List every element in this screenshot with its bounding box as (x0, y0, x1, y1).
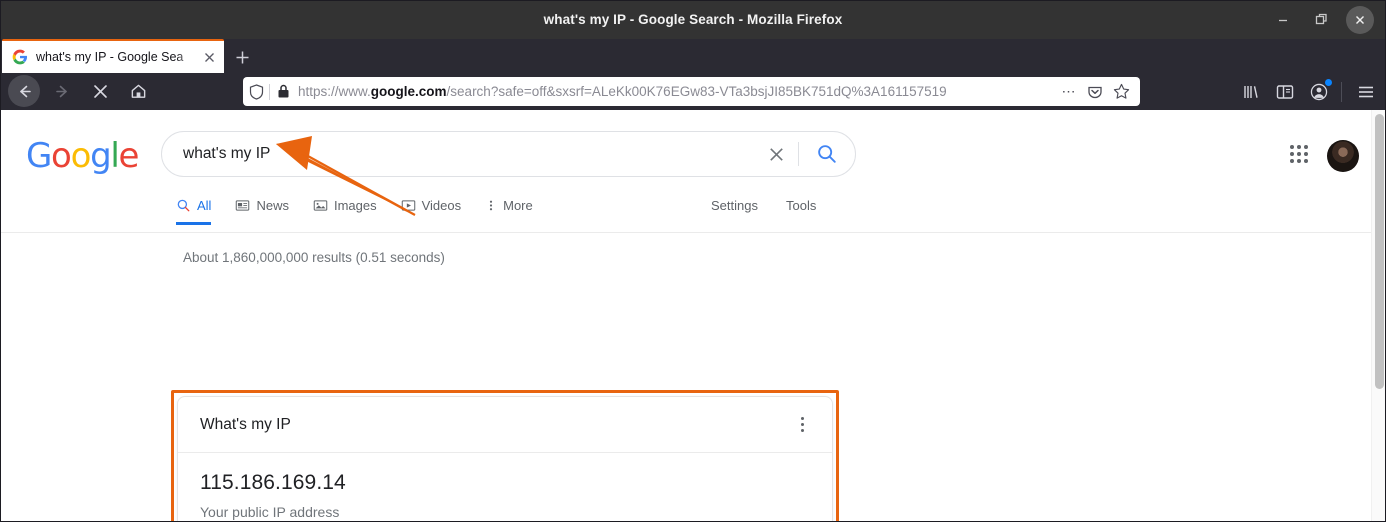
google-logo[interactable]: Google (26, 136, 138, 176)
close-button[interactable] (1346, 6, 1374, 34)
ip-card-body: 115.186.169.14 Your public IP address (178, 453, 832, 522)
logo-letter-o1: o (51, 136, 71, 176)
ip-address-value: 115.186.169.14 (200, 471, 810, 495)
results-count: About 1,860,000,000 results (0.51 second… (183, 250, 445, 265)
toolbar-divider (1341, 82, 1342, 102)
tracking-protection-icon[interactable] (243, 84, 269, 100)
account-icon[interactable] (1303, 76, 1335, 108)
google-favicon (12, 49, 28, 65)
tab-strip: what's my IP - Google Sea (0, 39, 1386, 73)
ip-address-caption: Your public IP address (200, 504, 810, 520)
minimize-button[interactable] (1264, 5, 1302, 35)
stop-button[interactable] (84, 75, 116, 107)
pocket-icon[interactable] (1082, 80, 1108, 104)
search-box[interactable]: what's my IP (161, 131, 856, 177)
url-scheme: https://www. (298, 84, 371, 99)
tab-videos[interactable]: Videos (401, 198, 462, 225)
clear-search-icon[interactable] (754, 145, 798, 164)
window-title: what's my IP - Google Search - Mozilla F… (544, 12, 843, 27)
search-nav-underline (1, 232, 1385, 233)
tab-news[interactable]: News (235, 198, 289, 225)
browser-tab[interactable]: what's my IP - Google Sea (2, 39, 224, 73)
search-input[interactable]: what's my IP (162, 145, 754, 163)
more-options-icon[interactable] (790, 410, 814, 440)
url-text[interactable]: https://www.google.com/search?safe=off&s… (296, 84, 1056, 99)
app-menu-icon[interactable] (1350, 76, 1382, 108)
page-scrollbar[interactable] (1371, 110, 1385, 522)
tab-videos-label: Videos (422, 198, 462, 213)
library-icon[interactable] (1235, 76, 1267, 108)
search-nav-right: Settings Tools (711, 198, 844, 213)
window-titlebar: what's my IP - Google Search - Mozilla F… (0, 0, 1386, 39)
tab-close-icon[interactable] (200, 48, 218, 66)
kebab-icon (485, 198, 497, 213)
url-bar[interactable]: https://www.google.com/search?safe=off&s… (243, 77, 1140, 106)
tab-all-label: All (197, 198, 211, 213)
window-controls (1264, 0, 1380, 39)
account-notification-dot (1325, 79, 1332, 86)
logo-letter-l: l (110, 136, 118, 176)
avatar[interactable] (1327, 140, 1359, 172)
logo-letter-g2: g (90, 136, 110, 176)
search-icon (176, 198, 191, 213)
image-icon (313, 198, 328, 213)
url-domain: google.com (371, 84, 447, 99)
home-button[interactable] (122, 75, 154, 107)
tab-images-label: Images (334, 198, 377, 213)
scrollbar-thumb[interactable] (1375, 114, 1384, 389)
firefox-window: what's my IP - Google Search - Mozilla F… (0, 0, 1386, 522)
logo-letter-g1: G (26, 136, 51, 176)
tools-link[interactable]: Tools (786, 198, 816, 213)
news-icon (235, 198, 250, 213)
new-tab-button[interactable] (230, 45, 254, 69)
bookmark-star-icon[interactable] (1108, 80, 1134, 104)
lock-icon[interactable] (270, 84, 296, 99)
tab-all[interactable]: All (176, 198, 211, 225)
settings-link[interactable]: Settings (711, 198, 758, 213)
tab-more-label: More (503, 198, 533, 213)
restore-button[interactable] (1302, 5, 1340, 35)
tab-title: what's my IP - Google Sea (36, 50, 200, 64)
tab-news-label: News (256, 198, 289, 213)
sidebar-icon[interactable] (1269, 76, 1301, 108)
forward-button[interactable] (46, 75, 78, 107)
url-path: /search?safe=off&sxsrf=ALeKk00K76EGw83-V… (447, 84, 947, 99)
video-icon (401, 198, 416, 213)
ip-card-title: What's my IP (200, 416, 790, 434)
tab-more[interactable]: More (485, 198, 533, 225)
back-button[interactable] (8, 75, 40, 107)
google-apps-icon[interactable] (1288, 143, 1310, 165)
search-submit-icon[interactable] (799, 143, 855, 165)
logo-letter-e: e (119, 136, 139, 176)
logo-letter-o2: o (71, 136, 91, 176)
ip-knowledge-card: What's my IP 115.186.169.14 Your public … (177, 396, 833, 522)
toolbar-right-buttons (1233, 77, 1382, 107)
tab-images[interactable]: Images (313, 198, 377, 225)
ip-card-header: What's my IP (178, 397, 832, 453)
page-content: Google what's my IP (1, 110, 1385, 522)
search-nav-tabs: All News Images (176, 198, 557, 225)
page-actions-icon[interactable]: ⋯ (1056, 80, 1082, 104)
